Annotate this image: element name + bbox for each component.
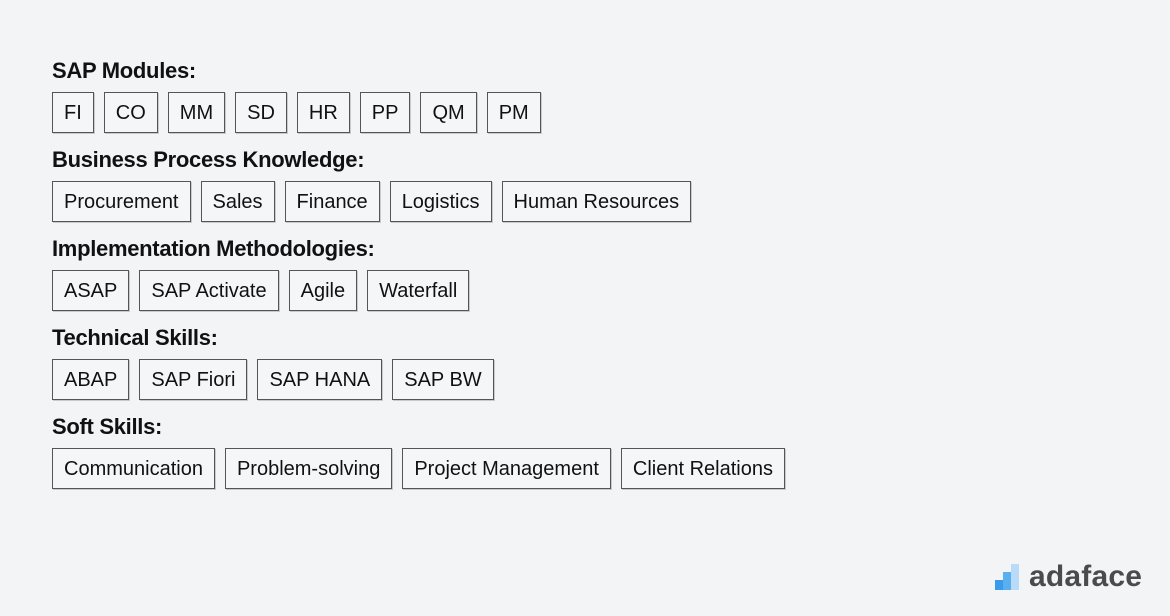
skill-tag: ABAP bbox=[52, 359, 130, 400]
tag-list: FI CO MM SD HR PP QM PM bbox=[52, 92, 785, 133]
skill-tag: Sales bbox=[200, 181, 275, 222]
skill-tag: Human Resources bbox=[501, 181, 692, 222]
skill-tag: Logistics bbox=[389, 181, 492, 222]
skill-tag: CO bbox=[103, 92, 158, 133]
skill-tag: Finance bbox=[284, 181, 380, 222]
adaface-logo: adaface bbox=[995, 560, 1142, 594]
tag-list: Procurement Sales Finance Logistics Huma… bbox=[52, 181, 785, 222]
section-soft-skills: Soft Skills: Communication Problem-solvi… bbox=[52, 412, 785, 489]
skill-tag: Project Management bbox=[402, 448, 611, 489]
section-title: Soft Skills: bbox=[52, 414, 163, 439]
section-title: Business Process Knowledge: bbox=[52, 147, 365, 172]
section-technical: Technical Skills: ABAP SAP Fiori SAP HAN… bbox=[52, 323, 785, 400]
skill-tag: PM bbox=[486, 92, 541, 133]
skill-tag: Agile bbox=[288, 270, 358, 311]
skills-content: SAP Modules: FI CO MM SD HR PP QM PM Bus… bbox=[52, 56, 785, 501]
skill-tag: SAP HANA bbox=[257, 359, 383, 400]
skill-tag: PP bbox=[359, 92, 411, 133]
tag-list: ABAP SAP Fiori SAP HANA SAP BW bbox=[52, 359, 785, 400]
skill-tag: SD bbox=[235, 92, 287, 133]
tag-list: ASAP SAP Activate Agile Waterfall bbox=[52, 270, 785, 311]
bar-chart-logo-icon bbox=[995, 564, 1019, 590]
skill-tag: QM bbox=[420, 92, 477, 133]
skill-tag: ASAP bbox=[52, 270, 130, 311]
skill-tag: Problem-solving bbox=[224, 448, 393, 489]
skill-tag: SAP Fiori bbox=[139, 359, 248, 400]
section-title: Implementation Methodologies: bbox=[52, 236, 375, 261]
logo-text: adaface bbox=[1029, 560, 1143, 593]
section-implementation: Implementation Methodologies: ASAP SAP A… bbox=[52, 234, 785, 311]
skill-tag: SAP BW bbox=[392, 359, 494, 400]
skill-tag: Communication bbox=[52, 448, 215, 489]
section-business-process: Business Process Knowledge: Procurement … bbox=[52, 145, 785, 222]
skill-tag: SAP Activate bbox=[139, 270, 279, 311]
skill-tag: FI bbox=[52, 92, 94, 133]
skill-tag: Waterfall bbox=[367, 270, 470, 311]
section-sap-modules: SAP Modules: FI CO MM SD HR PP QM PM bbox=[52, 56, 785, 133]
tag-list: Communication Problem-solving Project Ma… bbox=[52, 448, 785, 489]
skill-tag: HR bbox=[296, 92, 350, 133]
skill-tag: MM bbox=[167, 92, 226, 133]
skill-tag: Procurement bbox=[52, 181, 191, 222]
section-title: SAP Modules: bbox=[52, 58, 196, 83]
skill-tag: Client Relations bbox=[620, 448, 785, 489]
section-title: Technical Skills: bbox=[52, 325, 218, 350]
